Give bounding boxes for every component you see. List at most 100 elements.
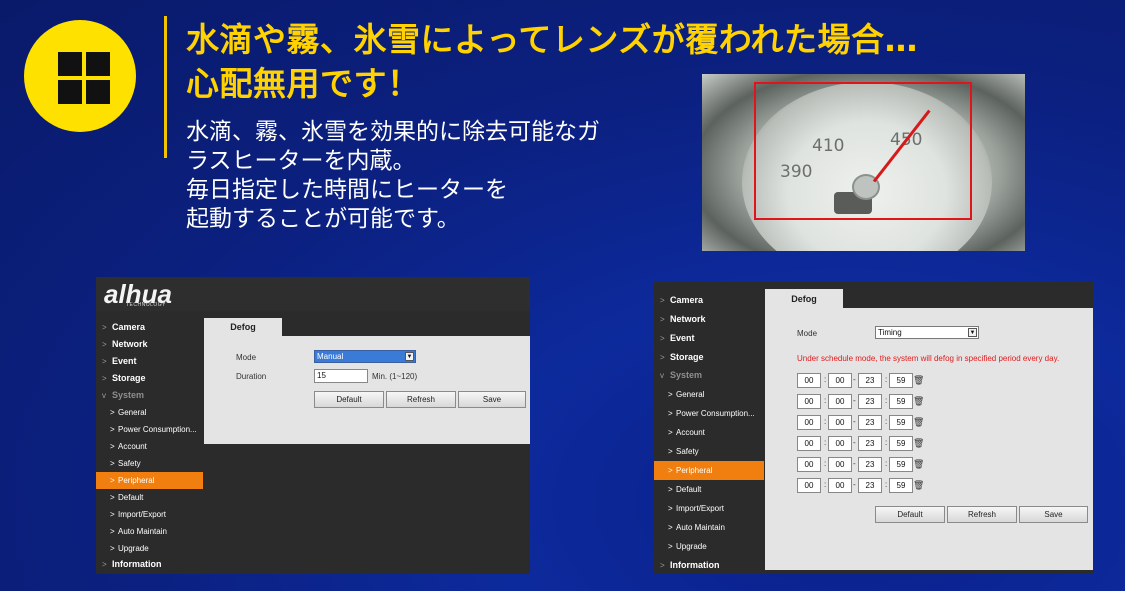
description-line: 起動することが可能です。: [186, 206, 460, 232]
time-separator: :: [885, 438, 888, 447]
nav-event[interactable]: > Event: [96, 353, 203, 370]
nav-information[interactable]: > Information: [96, 556, 203, 573]
end-minute-input[interactable]: 59: [889, 457, 913, 472]
nav-default[interactable]: > Default: [96, 489, 203, 506]
duration-label: Duration: [236, 372, 267, 381]
trash-icon[interactable]: 🗑: [913, 396, 924, 407]
end-hour-input[interactable]: 23: [858, 373, 882, 388]
mode-select[interactable]: Timing ▼: [875, 326, 979, 339]
nav-upgrade[interactable]: > Upgrade: [654, 537, 764, 556]
trash-icon[interactable]: 🗑: [913, 459, 924, 470]
mode-label: Mode: [797, 329, 818, 338]
brand-bar: alhua TECHNOLOGY: [96, 277, 530, 311]
nav-general[interactable]: > General: [654, 385, 764, 404]
defog-manual-screenshot: alhua TECHNOLOGY > Camera > Network > Event…: [96, 277, 530, 574]
nav-storage[interactable]: > Storage: [654, 348, 764, 367]
default-button[interactable]: Default: [314, 391, 384, 408]
duration-input[interactable]: 15: [314, 369, 368, 383]
range-separator: -: [853, 396, 856, 405]
brand-subtitle: TECHNOLOGY: [126, 302, 167, 308]
end-minute-input[interactable]: 59: [889, 478, 913, 493]
time-separator: :: [824, 438, 827, 447]
nav-safety[interactable]: > Safety: [96, 455, 203, 472]
nav-account[interactable]: > Account: [96, 438, 203, 455]
nav-system[interactable]: v System: [96, 387, 203, 404]
trash-icon[interactable]: 🗑: [913, 417, 924, 428]
description-line: 水滴、霧、氷雪を効果的に除去可能なガ: [186, 119, 600, 145]
start-hour-input[interactable]: 00: [797, 457, 821, 472]
end-hour-input[interactable]: 23: [858, 457, 882, 472]
nav-import-export[interactable]: > Import/Export: [654, 499, 764, 518]
start-hour-input[interactable]: 00: [797, 373, 821, 388]
chevron-down-icon: ▼: [405, 352, 414, 361]
mode-select[interactable]: Manual ▼: [314, 350, 416, 363]
start-minute-input[interactable]: 00: [828, 436, 852, 451]
nav-event[interactable]: > Event: [654, 329, 764, 348]
mode-label: Mode: [236, 353, 257, 362]
duration-unit: Min. (1~120): [372, 372, 418, 381]
range-separator: -: [853, 417, 856, 426]
end-hour-input[interactable]: 23: [858, 415, 882, 430]
end-minute-input[interactable]: 59: [889, 415, 913, 430]
start-hour-input[interactable]: 00: [797, 415, 821, 430]
trash-icon[interactable]: 🗑: [913, 375, 924, 386]
nav-upgrade[interactable]: > Upgrade: [96, 540, 203, 557]
nav-import-export[interactable]: > Import/Export: [96, 506, 203, 523]
start-hour-input[interactable]: 00: [797, 478, 821, 493]
trash-icon[interactable]: 🗑: [913, 480, 924, 491]
tab-defog[interactable]: Defog: [204, 318, 282, 337]
time-separator: :: [824, 459, 827, 468]
default-button[interactable]: Default: [875, 506, 945, 523]
end-minute-input[interactable]: 59: [889, 436, 913, 451]
time-separator: :: [885, 480, 888, 489]
nav-auto-maintain[interactable]: > Auto Maintain: [96, 523, 203, 540]
start-minute-input[interactable]: 00: [828, 373, 852, 388]
time-separator: :: [885, 375, 888, 384]
nav-account[interactable]: > Account: [654, 423, 764, 442]
time-separator: :: [885, 459, 888, 468]
schedule-notice: Under schedule mode, the system will def…: [797, 354, 1060, 363]
nav-camera[interactable]: > Camera: [654, 291, 764, 310]
tab-defog[interactable]: Defog: [765, 289, 843, 309]
range-separator: -: [853, 438, 856, 447]
start-minute-input[interactable]: 00: [828, 457, 852, 472]
divider: [164, 16, 167, 158]
time-separator: :: [885, 417, 888, 426]
time-separator: :: [885, 396, 888, 405]
grid-logo-icon: [24, 20, 136, 132]
time-separator: :: [824, 480, 827, 489]
nav-peripheral[interactable]: > Peripheral: [96, 472, 203, 489]
start-hour-input[interactable]: 00: [797, 394, 821, 409]
end-minute-input[interactable]: 59: [889, 373, 913, 388]
nav-safety[interactable]: > Safety: [654, 442, 764, 461]
start-minute-input[interactable]: 00: [828, 415, 852, 430]
nav-power-consumption[interactable]: > Power Consumption...: [96, 421, 203, 438]
end-hour-input[interactable]: 23: [858, 478, 882, 493]
end-minute-input[interactable]: 59: [889, 394, 913, 409]
save-button[interactable]: Save: [1019, 506, 1088, 523]
time-separator: :: [824, 417, 827, 426]
nav-network[interactable]: > Network: [654, 310, 764, 329]
save-button[interactable]: Save: [458, 391, 526, 408]
end-hour-input[interactable]: 23: [858, 436, 882, 451]
nav-peripheral[interactable]: > Peripheral: [654, 461, 764, 480]
end-hour-input[interactable]: 23: [858, 394, 882, 409]
start-hour-input[interactable]: 00: [797, 436, 821, 451]
refresh-button[interactable]: Refresh: [947, 506, 1017, 523]
nav-default[interactable]: > Default: [654, 480, 764, 499]
time-separator: :: [824, 375, 827, 384]
nav-information[interactable]: > Information: [654, 556, 764, 575]
refresh-button[interactable]: Refresh: [386, 391, 456, 408]
start-minute-input[interactable]: 00: [828, 478, 852, 493]
nav-system[interactable]: v System: [654, 366, 764, 385]
start-minute-input[interactable]: 00: [828, 394, 852, 409]
nav-power-consumption[interactable]: > Power Consumption...: [654, 404, 764, 423]
nav-camera[interactable]: > Camera: [96, 319, 203, 336]
range-separator: -: [853, 459, 856, 468]
nav-network[interactable]: > Network: [96, 336, 203, 353]
nav-storage[interactable]: > Storage: [96, 370, 203, 387]
trash-icon[interactable]: 🗑: [913, 438, 924, 449]
nav-auto-maintain[interactable]: > Auto Maintain: [654, 518, 764, 537]
nav-general[interactable]: > General: [96, 404, 203, 421]
description: 水滴、霧、氷雪を効果的に除去可能なガ ラスヒーターを内蔵。 毎日指定した時間にヒ…: [186, 118, 600, 234]
